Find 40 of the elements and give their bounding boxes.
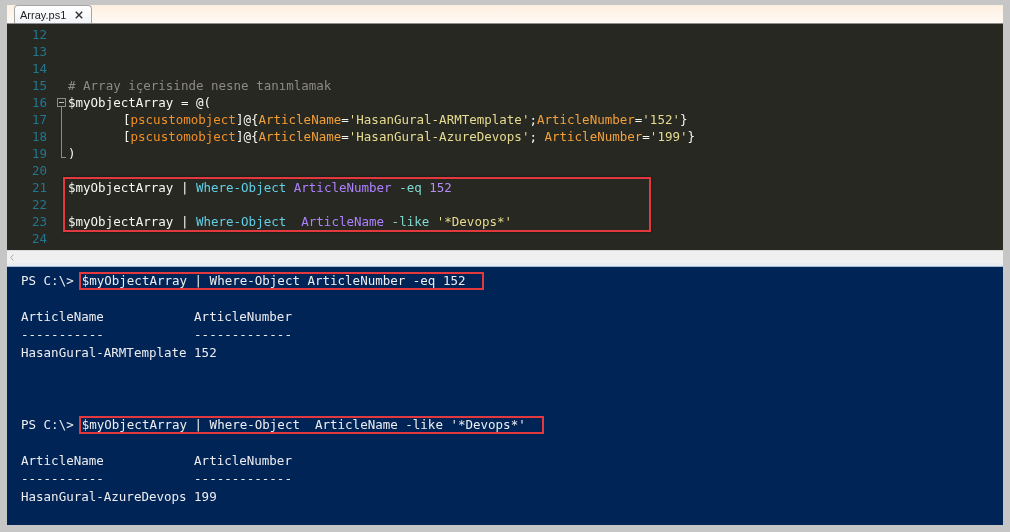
highlighted-command: $myObjectArray | Where-Object ArticleNumber -eq 152 bbox=[78, 272, 484, 290]
line-number: 13 bbox=[31, 44, 47, 59]
line-number: 22 bbox=[31, 197, 47, 212]
code-line: [pscustomobject]@{ArticleName='HasanGural-AzureDevops'; ArticleNumber='199'} bbox=[123, 128, 696, 145]
line-number: 12 bbox=[31, 27, 47, 42]
console-prompt: PS C:\> bbox=[21, 272, 74, 290]
column-header: ArticleNumber bbox=[194, 452, 292, 470]
line-number: 23 bbox=[31, 214, 47, 229]
line-number: 24 bbox=[31, 231, 47, 246]
line-number: 16 bbox=[31, 95, 47, 110]
table-cell: 199 bbox=[194, 488, 217, 506]
line-number: 20 bbox=[31, 163, 47, 178]
file-tab[interactable]: Array.ps1 bbox=[14, 5, 93, 23]
code-line: ) bbox=[68, 145, 76, 162]
header-underline: ----------- bbox=[21, 470, 105, 488]
column-header: ArticleNumber bbox=[194, 308, 292, 326]
code-line: $myObjectArray | Where-Object ArticleNumber -eq 152 bbox=[68, 179, 452, 196]
header-underline: ----------- bbox=[21, 326, 105, 344]
line-number: 15 bbox=[31, 78, 47, 93]
horizontal-scrollbar[interactable] bbox=[7, 250, 1003, 263]
line-number: 17 bbox=[31, 112, 47, 127]
console-prompt: PS C:\> bbox=[21, 416, 74, 434]
collapse-icon[interactable] bbox=[57, 98, 66, 107]
table-cell-text: HasanGural-AzureDevops bbox=[21, 488, 188, 506]
table-cell-text: HasanGural-ARMTemplate bbox=[21, 344, 188, 362]
header-underline: ------------- bbox=[194, 470, 292, 488]
line-number: 21 bbox=[31, 180, 47, 195]
line-number: 19 bbox=[31, 146, 47, 161]
code-line: $myObjectArray = @( bbox=[68, 94, 211, 111]
code-line: [pscustomobject]@{ArticleName='HasanGural-ARMTemplate';ArticleNumber='152'} bbox=[123, 111, 688, 128]
line-number: 14 bbox=[31, 61, 47, 76]
line-number: 18 bbox=[31, 129, 47, 144]
header-underline: ------------- bbox=[194, 326, 292, 344]
highlighted-command: $myObjectArray | Where-Object ArticleName -like '*Devops*' bbox=[78, 416, 544, 434]
column-header: ArticleName bbox=[21, 308, 105, 326]
code-line: $myObjectArray | Where-Object ArticleName -like '*Devops*' bbox=[68, 213, 513, 230]
close-icon[interactable] bbox=[75, 10, 84, 19]
table-cell: 152 bbox=[194, 344, 217, 362]
column-header: ArticleName bbox=[21, 452, 105, 470]
code-line: # Array içerisinde nesne tanımlamak bbox=[68, 77, 332, 94]
